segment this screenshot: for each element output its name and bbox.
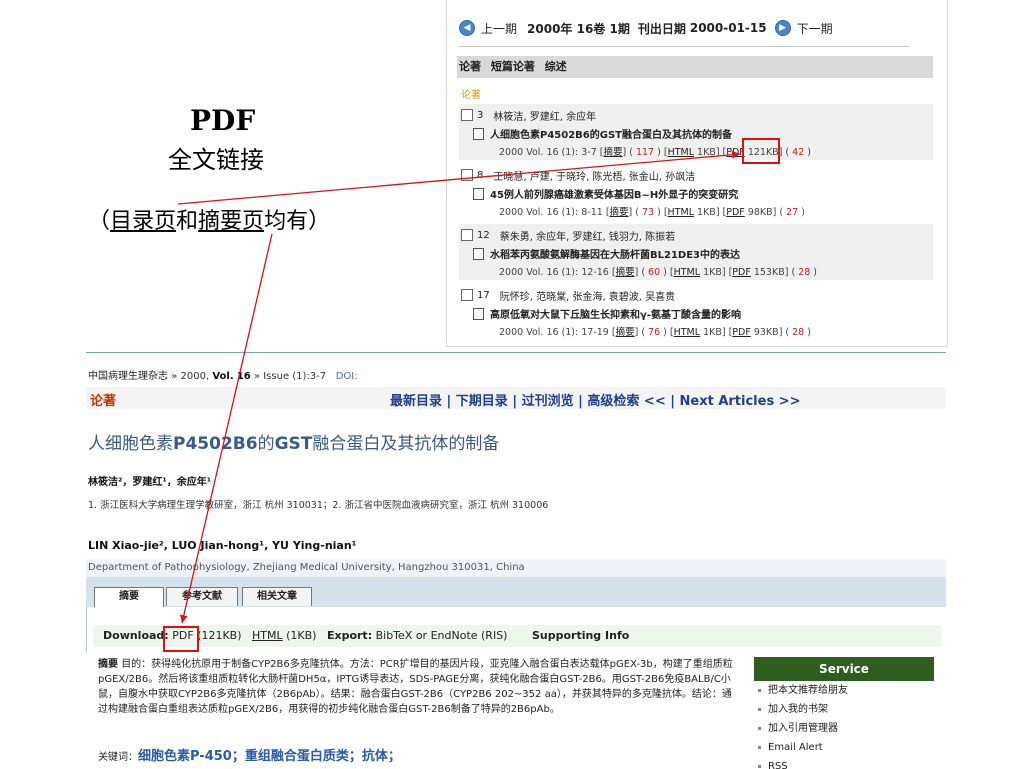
arrow-to-toc-pdf bbox=[177, 150, 741, 205]
arrow-to-download-pdf bbox=[179, 233, 273, 624]
annotation-arrows bbox=[177, 150, 741, 624]
